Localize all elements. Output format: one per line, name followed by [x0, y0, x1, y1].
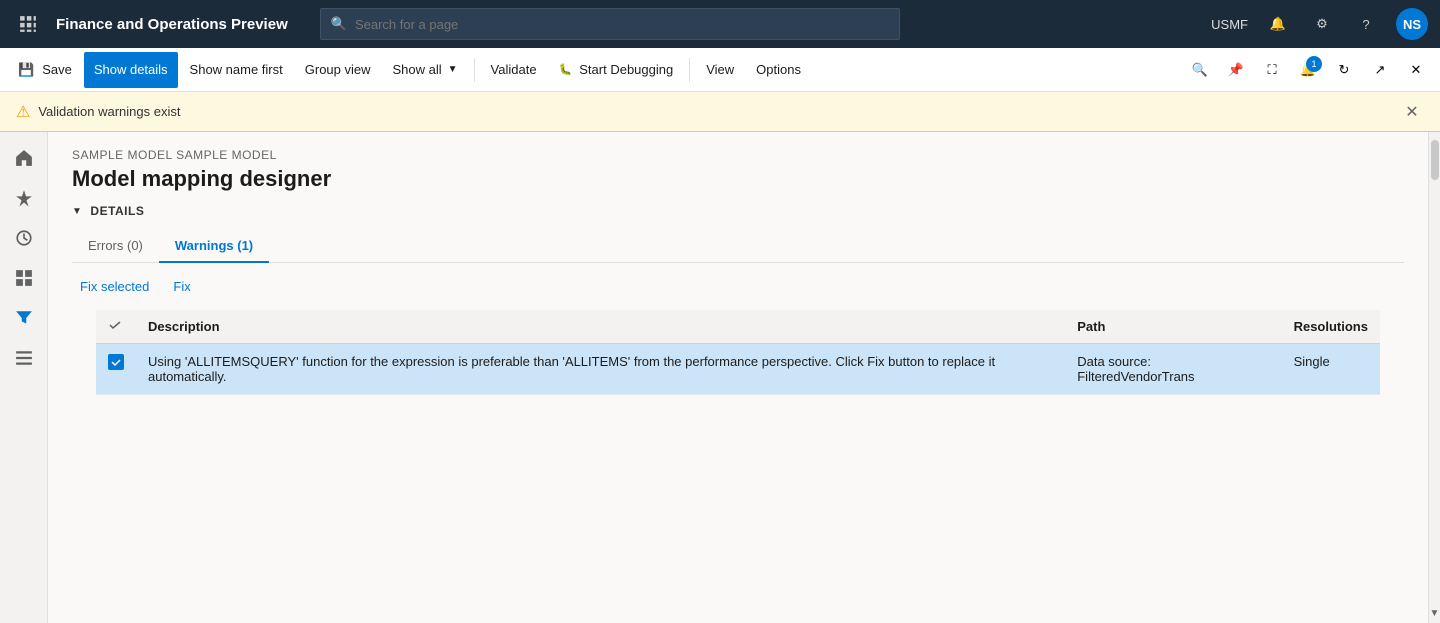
search-bar[interactable]: 🔍 — [320, 8, 900, 40]
warning-icon: ⚠ — [16, 102, 30, 122]
notifications-count-button[interactable]: 🔔 1 — [1292, 54, 1324, 86]
save-button[interactable]: 💾Save — [8, 52, 82, 88]
warning-text: Validation warnings exist — [38, 104, 1392, 119]
sidebar-item-filter[interactable] — [6, 300, 42, 336]
row-path: Data source: FilteredVendorTrans — [1065, 344, 1281, 395]
validate-button[interactable]: Validate — [481, 52, 547, 88]
warning-close-button[interactable]: ✕ — [1400, 100, 1424, 124]
table-row[interactable]: Using 'ALLITEMSQUERY' function for the e… — [96, 344, 1380, 395]
col-checkbox — [96, 310, 136, 344]
pin-icon-button[interactable]: 📌 — [1220, 54, 1252, 86]
notifications-button[interactable]: 🔔 — [1264, 10, 1292, 38]
top-nav: Finance and Operations Preview 🔍 USMF 🔔 … — [0, 0, 1440, 48]
debug-icon: 🐛 — [559, 63, 573, 76]
search-icon-button[interactable]: 🔍 — [1184, 54, 1216, 86]
fix-button[interactable]: Fix — [165, 275, 198, 298]
chevron-down-icon: ▼ — [448, 64, 458, 75]
col-description: Description — [136, 310, 1065, 344]
table-container: Description Path Resolutions — [72, 310, 1404, 395]
left-sidebar — [0, 132, 48, 623]
scrollbar-thumb[interactable] — [1431, 140, 1439, 180]
toolbar: 💾Save Show details Show name first Group… — [0, 48, 1440, 92]
tab-errors[interactable]: Errors (0) — [72, 230, 159, 263]
close-button[interactable]: ✕ — [1400, 54, 1432, 86]
start-debugging-button[interactable]: 🐛 Start Debugging — [549, 52, 684, 88]
toolbar-right-actions: 🔍 📌 ⛶ 🔔 1 ↻ ↗ ✕ — [1184, 54, 1432, 86]
row-checkbox[interactable] — [96, 344, 136, 395]
details-header[interactable]: ▼ DETAILS — [72, 200, 1404, 222]
group-view-button[interactable]: Group view — [295, 52, 381, 88]
notification-badge: 1 — [1306, 56, 1322, 72]
refresh-icon-button[interactable]: ↻ — [1328, 54, 1360, 86]
options-button[interactable]: Options — [746, 52, 811, 88]
row-resolutions: Single — [1282, 344, 1380, 395]
app-title: Finance and Operations Preview — [56, 16, 288, 33]
fix-selected-button[interactable]: Fix selected — [72, 275, 157, 298]
settings-button[interactable]: ⚙ — [1308, 10, 1336, 38]
action-row: Fix selected Fix — [72, 275, 1404, 298]
checkbox-checked — [108, 354, 124, 370]
tab-warnings[interactable]: Warnings (1) — [159, 230, 269, 263]
page-title: Model mapping designer — [72, 166, 1404, 192]
view-button[interactable]: View — [696, 52, 744, 88]
top-nav-right: USMF 🔔 ⚙ ? NS — [1211, 8, 1428, 40]
warning-banner: ⚠ Validation warnings exist ✕ — [0, 92, 1440, 132]
details-section: ▼ DETAILS Errors (0) Warnings (1) Fix se… — [48, 200, 1428, 395]
grid-menu-button[interactable] — [12, 8, 44, 40]
col-path: Path — [1065, 310, 1281, 344]
content-area: SAMPLE MODEL SAMPLE MODEL Model mapping … — [48, 132, 1428, 623]
search-icon: 🔍 — [331, 16, 347, 32]
toolbar-separator-1 — [474, 58, 475, 82]
sidebar-item-favorites[interactable] — [6, 180, 42, 216]
avatar[interactable]: NS — [1396, 8, 1428, 40]
sidebar-item-home[interactable] — [6, 140, 42, 176]
details-header-label: DETAILS — [90, 204, 144, 218]
show-details-button[interactable]: Show details — [84, 52, 178, 88]
toolbar-separator-2 — [689, 58, 690, 82]
page-header: SAMPLE MODEL SAMPLE MODEL Model mapping … — [48, 132, 1428, 200]
help-button[interactable]: ? — [1352, 10, 1380, 38]
save-icon: 💾 — [18, 62, 34, 78]
sidebar-item-list[interactable] — [6, 340, 42, 376]
col-resolutions: Resolutions — [1282, 310, 1380, 344]
right-scrollbar: ▼ — [1428, 132, 1440, 623]
search-input[interactable] — [355, 17, 889, 32]
fullscreen-icon-button[interactable]: ⛶ — [1256, 54, 1288, 86]
row-description: Using 'ALLITEMSQUERY' function for the e… — [136, 344, 1065, 395]
tabs-row: Errors (0) Warnings (1) — [72, 230, 1404, 263]
details-collapse-icon: ▼ — [72, 206, 82, 217]
sidebar-item-recent[interactable] — [6, 220, 42, 256]
show-name-first-button[interactable]: Show name first — [180, 52, 293, 88]
sidebar-item-dashboard[interactable] — [6, 260, 42, 296]
show-all-button[interactable]: Show all ▼ — [383, 52, 468, 88]
breadcrumb: SAMPLE MODEL SAMPLE MODEL — [72, 148, 1404, 162]
scrollbar-track[interactable] — [1430, 132, 1440, 604]
company-label: USMF — [1211, 17, 1248, 32]
main-layout: SAMPLE MODEL SAMPLE MODEL Model mapping … — [0, 132, 1440, 623]
open-external-icon-button[interactable]: ↗ — [1364, 54, 1396, 86]
warnings-table: Description Path Resolutions — [96, 310, 1380, 395]
table-header-row: Description Path Resolutions — [96, 310, 1380, 344]
